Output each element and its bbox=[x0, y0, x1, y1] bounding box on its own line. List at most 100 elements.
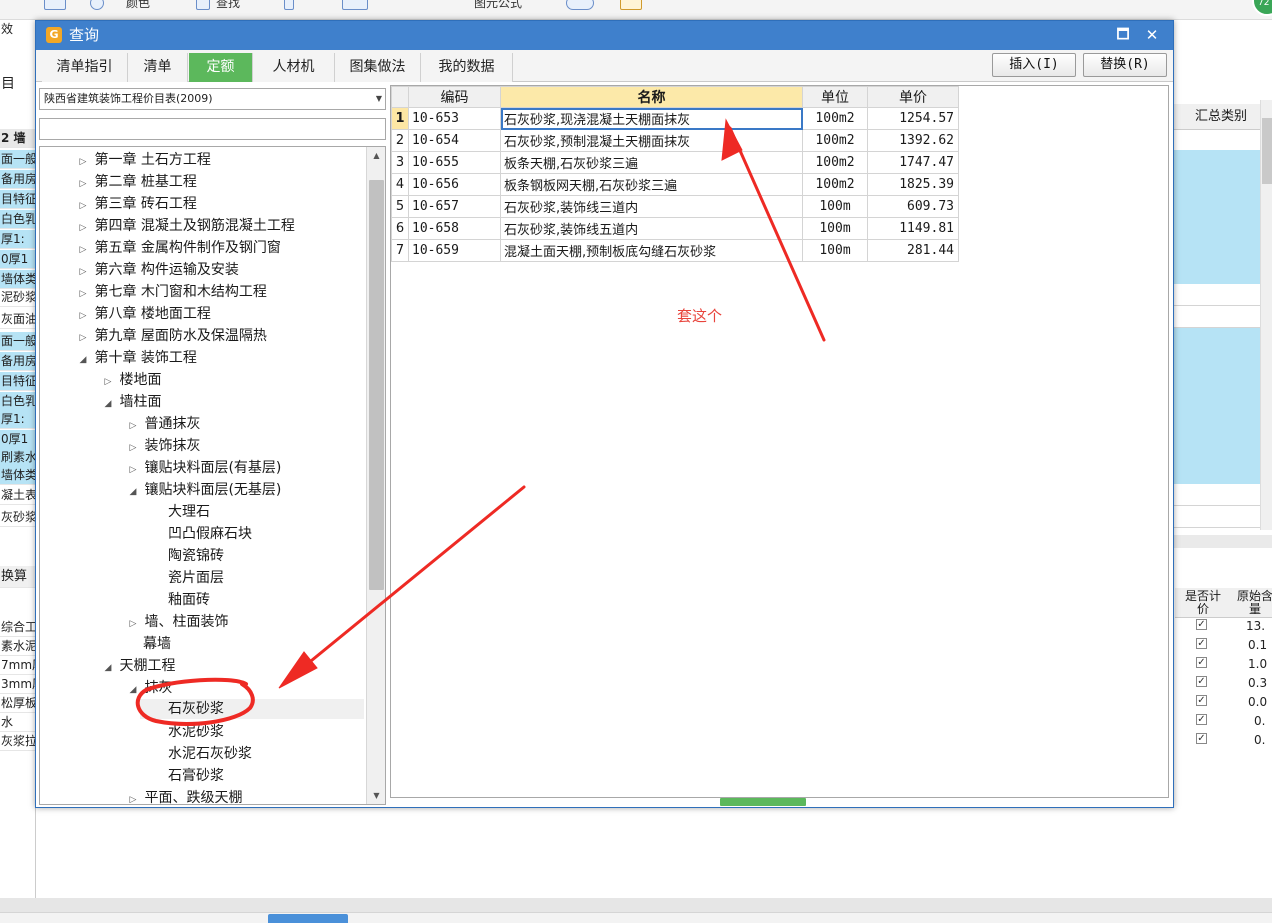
copy-icon[interactable] bbox=[44, 0, 66, 10]
expand-icon[interactable]: ▷ bbox=[76, 240, 90, 260]
price-header[interactable]: 单价 bbox=[867, 86, 959, 108]
tree-node[interactable]: ▷ 墙、柱面装饰 bbox=[126, 612, 229, 632]
code-cell[interactable]: 10-657 bbox=[408, 195, 501, 218]
tree-node[interactable]: ▷ 平面、跌级天棚 bbox=[126, 788, 243, 804]
quota-library-select[interactable]: 陕西省建筑装饰工程价目表(2009) ▼ bbox=[39, 88, 386, 110]
expand-icon[interactable]: ▷ bbox=[76, 152, 90, 172]
tree-leaf[interactable]: 釉面砖 bbox=[168, 590, 210, 610]
background-vertical-scrollbar[interactable] bbox=[1260, 100, 1272, 530]
scroll-down-icon[interactable]: ▼ bbox=[367, 787, 385, 804]
price-cell[interactable]: 1149.81 bbox=[867, 217, 959, 240]
toolbar-formula[interactable]: 图元公式 bbox=[474, 0, 522, 11]
tree-leaf[interactable]: 瓷片面层 bbox=[168, 568, 224, 588]
grid-row[interactable] bbox=[1173, 284, 1261, 306]
status-tab[interactable] bbox=[268, 914, 348, 923]
code-cell[interactable]: 10-659 bbox=[408, 239, 501, 262]
is-priced-checkbox[interactable]: ✓ bbox=[1196, 619, 1207, 630]
expand-icon[interactable]: ▷ bbox=[126, 790, 140, 804]
tree-leaf[interactable]: 石膏砂浆 bbox=[168, 766, 224, 786]
tree-search-input[interactable] bbox=[39, 118, 386, 140]
tree-node[interactable]: ▷ 第一章 土石方工程 bbox=[76, 150, 211, 170]
toolbar-color[interactable]: 颜色 bbox=[126, 0, 150, 11]
expand-icon[interactable]: ▷ bbox=[76, 328, 90, 348]
tree-vertical-scrollbar[interactable]: ▲ ▼ bbox=[366, 147, 385, 804]
tree-leaf[interactable]: 凹凸假麻石块 bbox=[168, 524, 252, 544]
expand-icon[interactable]: ▷ bbox=[76, 174, 90, 194]
tree-node[interactable]: ◢ 第十章 装饰工程 bbox=[76, 348, 197, 368]
price-cell[interactable]: 1747.47 bbox=[867, 151, 959, 174]
is-priced-checkbox[interactable]: ✓ bbox=[1196, 733, 1207, 744]
table-row[interactable]: 2 10-654 石灰砂浆,预制混凝土天棚面抹灰 100m2 1392.62 bbox=[391, 129, 959, 152]
is-priced-checkbox[interactable]: ✓ bbox=[1196, 676, 1207, 687]
collapse-icon[interactable]: ◢ bbox=[126, 482, 140, 502]
name-cell[interactable]: 石灰砂浆,装饰线五道内 bbox=[500, 217, 803, 240]
collapse-icon[interactable]: ◢ bbox=[101, 658, 115, 678]
bottom-horizontal-scrollbar[interactable] bbox=[0, 898, 1272, 912]
unit-cell[interactable]: 100m2 bbox=[802, 129, 868, 152]
tree-node[interactable]: ▷ 楼地面 bbox=[101, 370, 162, 392]
link-icon[interactable] bbox=[566, 0, 594, 10]
replace-button[interactable]: 替换(R) bbox=[1083, 53, 1167, 77]
tree-node[interactable]: ▷ 普通抹灰 bbox=[126, 414, 201, 436]
price-cell[interactable]: 281.44 bbox=[867, 239, 959, 262]
tree-node[interactable]: ▷ 第六章 构件运输及安装 bbox=[76, 260, 239, 280]
unit-cell[interactable]: 100m2 bbox=[802, 107, 868, 130]
collapse-icon[interactable]: ◢ bbox=[76, 350, 90, 370]
unit-cell[interactable]: 100m bbox=[802, 239, 868, 262]
scroll-up-icon[interactable]: ▲ bbox=[367, 147, 385, 164]
unit-header[interactable]: 单位 bbox=[802, 86, 868, 108]
expand-icon[interactable]: ▷ bbox=[101, 372, 115, 392]
code-cell[interactable]: 10-653 bbox=[408, 107, 501, 130]
tree-node[interactable]: ▷ 镶贴块料面层(有基层) bbox=[126, 458, 282, 478]
tree-node[interactable]: ▷ 第五章 金属构件制作及钢门窗 bbox=[76, 238, 281, 258]
unit-cell[interactable]: 100m bbox=[802, 195, 868, 218]
export-icon[interactable] bbox=[620, 0, 642, 10]
close-button[interactable]: ✕ bbox=[1142, 25, 1162, 45]
find-icon[interactable] bbox=[196, 0, 210, 10]
name-cell[interactable]: 石灰砂浆,现浇混凝土天棚面抹灰 bbox=[500, 107, 803, 130]
tree-node[interactable]: ▷ 第四章 混凝土及钢筋混凝土工程 bbox=[76, 216, 295, 236]
grid-row[interactable] bbox=[1173, 484, 1261, 506]
tab-atlas-method[interactable]: 图集做法 bbox=[335, 53, 421, 82]
grid-row[interactable] bbox=[1173, 506, 1261, 528]
name-cell[interactable]: 石灰砂浆,装饰线三道内 bbox=[500, 195, 803, 218]
tree-node[interactable]: ▷ 第八章 楼地面工程 bbox=[76, 304, 211, 324]
table-row[interactable]: 1 10-653 石灰砂浆,现浇混凝土天棚面抹灰 100m2 1254.57 bbox=[391, 107, 959, 130]
scroll-thumb[interactable] bbox=[369, 180, 384, 590]
collapse-icon[interactable]: ◢ bbox=[126, 680, 140, 700]
price-cell[interactable]: 1392.62 bbox=[867, 129, 959, 152]
expand-icon[interactable]: ▷ bbox=[76, 306, 90, 326]
name-header[interactable]: 名称 bbox=[500, 86, 803, 108]
tree-node[interactable]: ◢ 镶贴块料面层(无基层) bbox=[126, 480, 282, 502]
tree-node[interactable]: ▷ 第二章 桩基工程 bbox=[76, 172, 197, 192]
name-cell[interactable]: 板条钢板网天棚,石灰砂浆三遍 bbox=[500, 173, 803, 196]
tree-node[interactable]: ▷ 装饰抹灰 bbox=[126, 436, 201, 458]
unit-cell[interactable]: 100m2 bbox=[802, 173, 868, 196]
insert-button[interactable]: 插入(I) bbox=[992, 53, 1076, 77]
is-priced-checkbox[interactable]: ✓ bbox=[1196, 638, 1207, 649]
name-cell[interactable]: 石灰砂浆,预制混凝土天棚面抹灰 bbox=[500, 129, 803, 152]
expand-icon[interactable]: ▷ bbox=[126, 416, 140, 436]
tab-bill[interactable]: 清单 bbox=[128, 53, 188, 82]
tab-labor-material-machine[interactable]: 人材机 bbox=[253, 53, 335, 82]
price-cell[interactable]: 609.73 bbox=[867, 195, 959, 218]
tree-node[interactable]: ▷ 第三章 砖石工程 bbox=[76, 194, 197, 214]
grid-row[interactable] bbox=[1173, 306, 1261, 328]
maximize-button[interactable]: 🗖 bbox=[1113, 25, 1133, 45]
grid-icon[interactable] bbox=[342, 0, 368, 10]
code-header[interactable]: 编码 bbox=[408, 86, 501, 108]
table-row[interactable]: 3 10-655 板条天棚,石灰砂浆三遍 100m2 1747.47 bbox=[391, 151, 959, 174]
panel-resize-grip[interactable] bbox=[720, 798, 806, 806]
tree-node[interactable]: ◢ 抹灰 bbox=[126, 678, 173, 700]
expand-icon[interactable]: ▷ bbox=[76, 218, 90, 238]
price-cell[interactable]: 1254.57 bbox=[867, 107, 959, 130]
is-priced-checkbox[interactable]: ✓ bbox=[1196, 657, 1207, 668]
expand-icon[interactable]: ▷ bbox=[126, 438, 140, 458]
is-priced-checkbox[interactable]: ✓ bbox=[1196, 714, 1207, 725]
left-tab-conversion[interactable]: 换算 bbox=[0, 566, 35, 588]
unit-cell[interactable]: 100m2 bbox=[802, 151, 868, 174]
arrow-up-icon[interactable] bbox=[284, 0, 294, 10]
tab-bill-guide[interactable]: 清单指引 bbox=[42, 53, 128, 82]
unit-cell[interactable]: 100m bbox=[802, 217, 868, 240]
tree-leaf[interactable]: 水泥石灰砂浆 bbox=[168, 744, 252, 764]
